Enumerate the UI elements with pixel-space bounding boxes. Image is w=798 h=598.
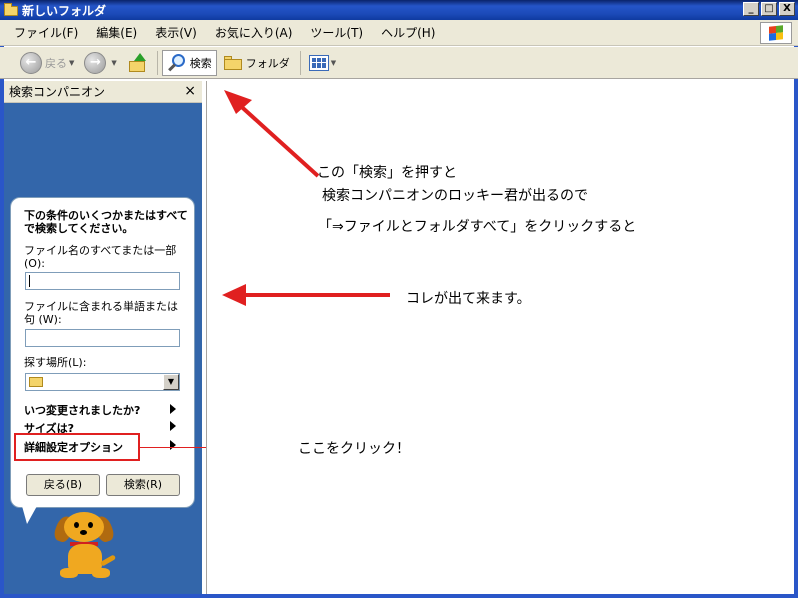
annotation-text: この「検索」を押すと	[317, 165, 457, 181]
annotation-text: ここをクリック！	[298, 441, 410, 457]
annotation-text: コレが出て来ます。	[406, 291, 531, 307]
arrow-to-panel	[222, 284, 390, 306]
annotation-arrows	[222, 90, 390, 306]
annotation-text: 「⇒ファイルとフォルダすべて」をクリックすると	[318, 219, 637, 235]
arrow-to-search	[224, 90, 320, 178]
annotation-text: 検索コンパニオンのロッキー君が出るので	[322, 188, 588, 204]
